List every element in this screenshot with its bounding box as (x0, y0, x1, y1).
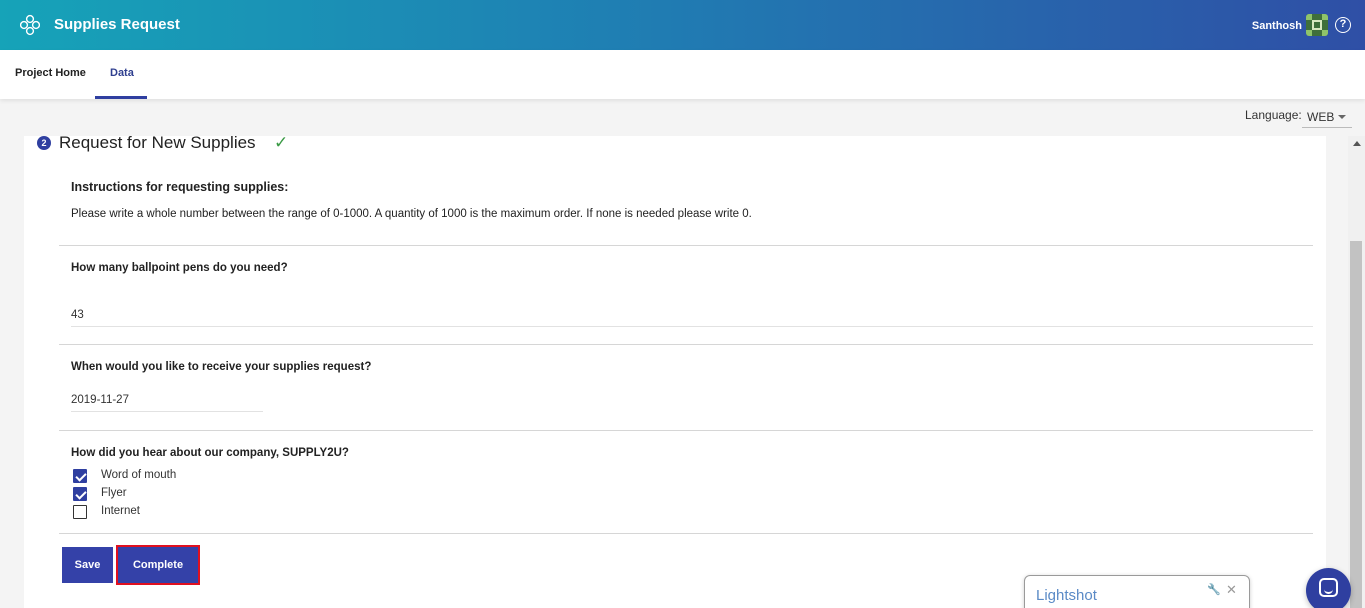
scroll-up-arrow-icon[interactable] (1353, 141, 1361, 146)
date-input-underline (71, 411, 263, 412)
divider (59, 533, 1313, 534)
tab-data[interactable]: Data (110, 67, 134, 79)
user-name[interactable]: Santhosh (1252, 20, 1302, 32)
chat-launcher-button[interactable] (1306, 568, 1351, 608)
question-pens-label: How many ballpoint pens do you need? (71, 262, 288, 274)
checkbox-unchecked-icon[interactable] (73, 505, 87, 519)
question-date-label: When would you like to receive your supp… (71, 361, 372, 373)
chevron-down-icon (1338, 115, 1346, 119)
close-icon[interactable]: ✕ (1226, 582, 1237, 598)
save-button[interactable]: Save (62, 547, 113, 583)
nav-bar: Project Home Data (0, 50, 1365, 99)
divider (59, 344, 1313, 345)
instructions-title: Instructions for requesting supplies: (71, 180, 289, 194)
chat-icon (1319, 578, 1338, 597)
language-label: Language: (1245, 108, 1302, 122)
pens-input-underline (71, 326, 1313, 327)
divider (59, 430, 1313, 431)
form-card: 2 Request for New Supplies ✓ Instruction… (24, 133, 1326, 608)
app-title: Supplies Request (54, 16, 180, 33)
checkbox-checked-icon[interactable] (73, 487, 87, 501)
divider (59, 245, 1313, 246)
delivery-date-input[interactable]: 2019-11-27 (71, 394, 129, 406)
lightshot-widget[interactable]: Lightshot 🔧 ✕ (1024, 575, 1250, 608)
language-select[interactable]: WEB (1302, 106, 1352, 128)
pens-quantity-input[interactable]: 43 (71, 309, 84, 321)
section-title: Request for New Supplies (59, 133, 256, 152)
checkbox-label: Flyer (101, 487, 127, 499)
instructions-text: Please write a whole number between the … (71, 208, 752, 220)
checkbox-label: Internet (101, 505, 140, 517)
avatar[interactable] (1306, 14, 1328, 36)
app-header: Supplies Request Santhosh ? (0, 0, 1365, 50)
question-source-label: How did you hear about our company, SUPP… (71, 447, 349, 459)
language-value: WEB (1307, 110, 1335, 124)
active-tab-indicator (95, 96, 147, 99)
wrench-icon[interactable]: 🔧 (1207, 583, 1221, 596)
check-icon: ✓ (274, 133, 289, 152)
app-logo-icon (20, 14, 40, 36)
complete-button[interactable]: Complete (116, 545, 200, 585)
tab-project-home[interactable]: Project Home (15, 67, 86, 79)
page-scrollbar[interactable] (1348, 136, 1365, 608)
lightshot-title: Lightshot (1036, 587, 1097, 604)
scrollbar-thumb[interactable] (1350, 241, 1362, 608)
step-badge: 2 (37, 136, 51, 150)
checkbox-label: Word of mouth (101, 469, 177, 481)
help-icon[interactable]: ? (1335, 17, 1351, 33)
checkbox-checked-icon[interactable] (73, 469, 87, 483)
